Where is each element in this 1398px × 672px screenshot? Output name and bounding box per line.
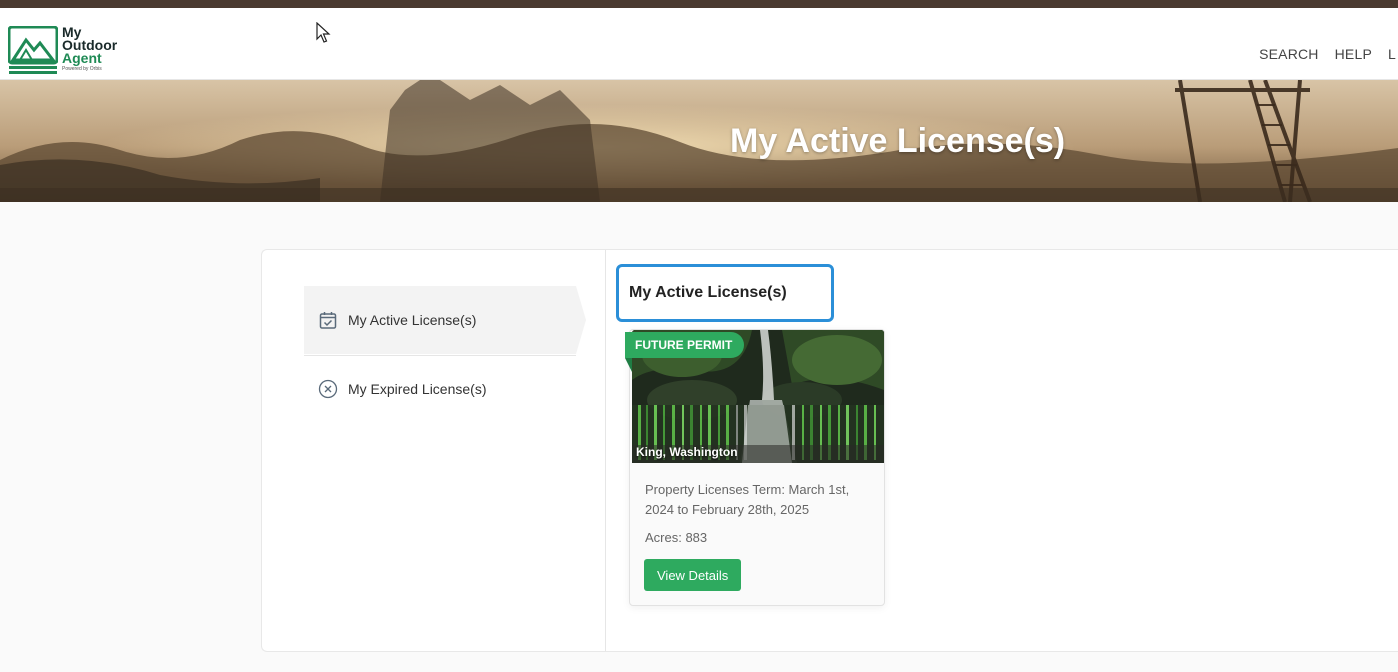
hero-landscape-image bbox=[0, 80, 1398, 202]
logo-wordmark: My Outdoor Agent Powered by Orbis bbox=[62, 25, 117, 72]
site-header: My Outdoor Agent Powered by Orbis SEARCH… bbox=[0, 8, 1398, 80]
hero-banner: My Active License(s) bbox=[0, 80, 1398, 202]
section-title-text: My Active License(s) bbox=[629, 284, 787, 301]
license-term: Property Licenses Term: March 1st, 2024 … bbox=[645, 482, 850, 517]
nav-help-link[interactable]: HELP bbox=[1335, 46, 1372, 62]
logo-line-3: Agent bbox=[62, 50, 102, 66]
license-acres: Acres: 883 bbox=[645, 530, 708, 545]
mouse-cursor-icon bbox=[316, 22, 331, 43]
status-badge: FUTURE PERMIT bbox=[625, 332, 745, 358]
logo-tagline: Powered by Orbis bbox=[62, 66, 102, 72]
top-accent-bar bbox=[0, 0, 1398, 8]
circle-x-icon bbox=[318, 379, 338, 399]
hero-title: My Active License(s) bbox=[730, 122, 1066, 160]
badge-ribbon-fold bbox=[625, 358, 632, 372]
sidebar-item-expired-licenses[interactable]: My Expired License(s) bbox=[304, 356, 576, 422]
section-title: My Active License(s) bbox=[616, 264, 834, 322]
sidebar-item-active-licenses[interactable]: My Active License(s) bbox=[304, 286, 586, 354]
license-card[interactable]: FUTURE PERMIT King, Washington Property … bbox=[625, 329, 885, 606]
sidebar-item-label: My Expired License(s) bbox=[348, 381, 487, 397]
site-logo[interactable]: My Outdoor Agent Powered by Orbis bbox=[8, 25, 128, 78]
property-location: King, Washington bbox=[636, 445, 738, 459]
nav-search-link[interactable]: SEARCH bbox=[1259, 46, 1319, 62]
nav-login-link[interactable]: L bbox=[1388, 46, 1398, 62]
licenses-panel: My Active License(s) My Expired License(… bbox=[261, 249, 1398, 652]
sidebar-item-label: My Active License(s) bbox=[348, 312, 477, 328]
logo-mountain-icon bbox=[8, 26, 58, 74]
top-nav: SEARCH HELP L bbox=[1259, 46, 1398, 62]
panel-divider bbox=[605, 250, 606, 651]
calendar-check-icon bbox=[318, 310, 338, 330]
view-details-button[interactable]: View Details bbox=[644, 559, 742, 591]
